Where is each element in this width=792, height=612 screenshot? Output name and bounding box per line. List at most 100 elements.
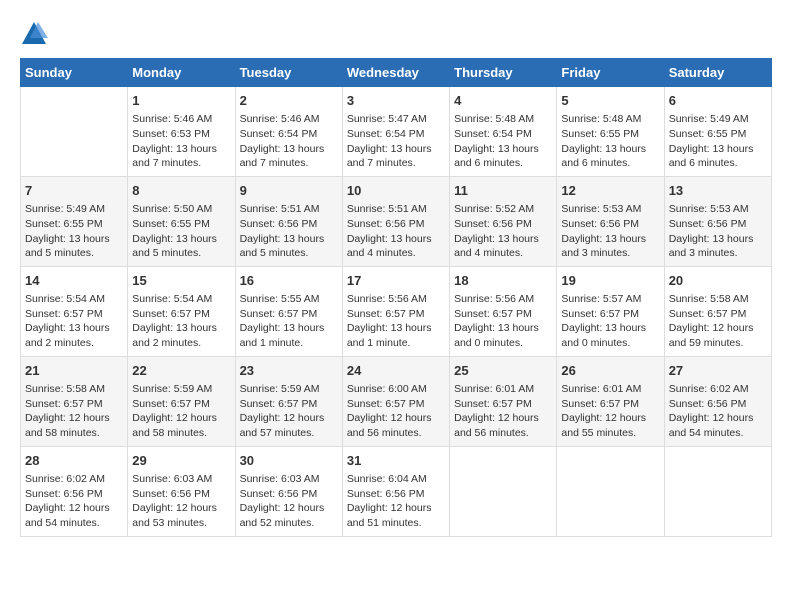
day-number: 27 <box>669 362 767 380</box>
day-info: Sunrise: 5:47 AMSunset: 6:54 PMDaylight:… <box>347 112 445 171</box>
day-info: Sunrise: 5:55 AMSunset: 6:57 PMDaylight:… <box>240 292 338 351</box>
day-number: 29 <box>132 452 230 470</box>
day-of-week-header: Thursday <box>450 59 557 87</box>
calendar-day-cell: 19Sunrise: 5:57 AMSunset: 6:57 PMDayligh… <box>557 266 664 356</box>
days-of-week-row: SundayMondayTuesdayWednesdayThursdayFrid… <box>21 59 772 87</box>
day-info: Sunrise: 5:48 AMSunset: 6:54 PMDaylight:… <box>454 112 552 171</box>
day-info: Sunrise: 5:58 AMSunset: 6:57 PMDaylight:… <box>669 292 767 351</box>
day-number: 12 <box>561 182 659 200</box>
day-number: 16 <box>240 272 338 290</box>
day-number: 11 <box>454 182 552 200</box>
day-number: 1 <box>132 92 230 110</box>
day-number: 15 <box>132 272 230 290</box>
day-number: 10 <box>347 182 445 200</box>
calendar-day-cell: 17Sunrise: 5:56 AMSunset: 6:57 PMDayligh… <box>342 266 449 356</box>
day-of-week-header: Wednesday <box>342 59 449 87</box>
day-info: Sunrise: 5:51 AMSunset: 6:56 PMDaylight:… <box>347 202 445 261</box>
calendar-day-cell: 11 Sunrise: 5:52 AMSunset: 6:56 PMDayligh… <box>450 176 557 266</box>
day-number: 31 <box>347 452 445 470</box>
calendar-day-cell: 14Sunrise: 5:54 AMSunset: 6:57 PMDayligh… <box>21 266 128 356</box>
day-of-week-header: Monday <box>128 59 235 87</box>
logo <box>20 20 52 48</box>
calendar-day-cell: 1 Sunrise: 5:46 AMSunset: 6:53 PMDaylight… <box>128 87 235 177</box>
calendar-day-cell: 16 Sunrise: 5:55 AMSunset: 6:57 PMDayligh… <box>235 266 342 356</box>
calendar-week-row: 21 Sunrise: 5:58 AMSunset: 6:57 PMDayligh… <box>21 356 772 446</box>
calendar-day-cell: 8Sunrise: 5:50 AMSunset: 6:55 PMDaylight… <box>128 176 235 266</box>
calendar-day-cell <box>21 87 128 177</box>
day-info: Sunrise: 6:02 AMSunset: 6:56 PMDaylight:… <box>669 382 767 441</box>
day-number: 2 <box>240 92 338 110</box>
day-info: Sunrise: 5:57 AMSunset: 6:57 PMDaylight:… <box>561 292 659 351</box>
day-info: Sunrise: 5:54 AMSunset: 6:57 PMDaylight:… <box>25 292 123 351</box>
day-number: 22 <box>132 362 230 380</box>
day-of-week-header: Friday <box>557 59 664 87</box>
calendar-day-cell: 31 Sunrise: 6:04 AMSunset: 6:56 PMDayligh… <box>342 446 449 536</box>
day-info: Sunrise: 5:46 AMSunset: 6:53 PMDaylight:… <box>132 112 230 171</box>
day-number: 18 <box>454 272 552 290</box>
calendar-week-row: 1 Sunrise: 5:46 AMSunset: 6:53 PMDaylight… <box>21 87 772 177</box>
day-info: Sunrise: 6:00 AMSunset: 6:57 PMDaylight:… <box>347 382 445 441</box>
calendar-day-cell: 10 Sunrise: 5:51 AMSunset: 6:56 PMDayligh… <box>342 176 449 266</box>
day-info: Sunrise: 6:03 AMSunset: 6:56 PMDaylight:… <box>240 472 338 531</box>
calendar-day-cell: 6Sunrise: 5:49 AMSunset: 6:55 PMDaylight… <box>664 87 771 177</box>
day-info: Sunrise: 5:49 AMSunset: 6:55 PMDaylight:… <box>25 202 123 261</box>
calendar-day-cell: 3 Sunrise: 5:47 AMSunset: 6:54 PMDaylight… <box>342 87 449 177</box>
calendar-day-cell: 18 Sunrise: 5:56 AMSunset: 6:57 PMDayligh… <box>450 266 557 356</box>
day-number: 21 <box>25 362 123 380</box>
calendar-day-cell: 2 Sunrise: 5:46 AMSunset: 6:54 PMDaylight… <box>235 87 342 177</box>
day-info: Sunrise: 5:48 AMSunset: 6:55 PMDaylight:… <box>561 112 659 171</box>
day-number: 17 <box>347 272 445 290</box>
day-info: Sunrise: 6:04 AMSunset: 6:56 PMDaylight:… <box>347 472 445 531</box>
calendar-table: SundayMondayTuesdayWednesdayThursdayFrid… <box>20 58 772 537</box>
day-info: Sunrise: 6:03 AMSunset: 6:56 PMDaylight:… <box>132 472 230 531</box>
day-info: Sunrise: 5:56 AMSunset: 6:57 PMDaylight:… <box>454 292 552 351</box>
day-info: Sunrise: 6:01 AMSunset: 6:57 PMDaylight:… <box>454 382 552 441</box>
day-info: Sunrise: 5:49 AMSunset: 6:55 PMDaylight:… <box>669 112 767 171</box>
day-number: 4 <box>454 92 552 110</box>
day-number: 8 <box>132 182 230 200</box>
calendar-week-row: 28 Sunrise: 6:02 AMSunset: 6:56 PMDayligh… <box>21 446 772 536</box>
day-info: Sunrise: 5:54 AMSunset: 6:57 PMDaylight:… <box>132 292 230 351</box>
logo-icon <box>20 20 48 48</box>
calendar-week-row: 14Sunrise: 5:54 AMSunset: 6:57 PMDayligh… <box>21 266 772 356</box>
day-number: 3 <box>347 92 445 110</box>
calendar-day-cell <box>664 446 771 536</box>
calendar-day-cell: 7 Sunrise: 5:49 AMSunset: 6:55 PMDaylight… <box>21 176 128 266</box>
calendar-day-cell: 27 Sunrise: 6:02 AMSunset: 6:56 PMDayligh… <box>664 356 771 446</box>
calendar-day-cell <box>557 446 664 536</box>
calendar-day-cell: 13 Sunrise: 5:53 AMSunset: 6:56 PMDayligh… <box>664 176 771 266</box>
day-info: Sunrise: 5:53 AMSunset: 6:56 PMDaylight:… <box>561 202 659 261</box>
calendar-day-cell: 28 Sunrise: 6:02 AMSunset: 6:56 PMDayligh… <box>21 446 128 536</box>
day-of-week-header: Saturday <box>664 59 771 87</box>
calendar-day-cell: 20 Sunrise: 5:58 AMSunset: 6:57 PMDayligh… <box>664 266 771 356</box>
day-info: Sunrise: 6:02 AMSunset: 6:56 PMDaylight:… <box>25 472 123 531</box>
day-number: 25 <box>454 362 552 380</box>
calendar-day-cell: 5 Sunrise: 5:48 AMSunset: 6:55 PMDaylight… <box>557 87 664 177</box>
day-number: 7 <box>25 182 123 200</box>
day-info: Sunrise: 5:52 AMSunset: 6:56 PMDaylight:… <box>454 202 552 261</box>
day-number: 28 <box>25 452 123 470</box>
day-info: Sunrise: 5:58 AMSunset: 6:57 PMDaylight:… <box>25 382 123 441</box>
day-info: Sunrise: 5:46 AMSunset: 6:54 PMDaylight:… <box>240 112 338 171</box>
day-info: Sunrise: 5:59 AMSunset: 6:57 PMDaylight:… <box>132 382 230 441</box>
calendar-day-cell: 30 Sunrise: 6:03 AMSunset: 6:56 PMDayligh… <box>235 446 342 536</box>
day-number: 24 <box>347 362 445 380</box>
day-info: Sunrise: 6:01 AMSunset: 6:57 PMDaylight:… <box>561 382 659 441</box>
day-number: 30 <box>240 452 338 470</box>
day-of-week-header: Sunday <box>21 59 128 87</box>
day-number: 20 <box>669 272 767 290</box>
day-info: Sunrise: 5:53 AMSunset: 6:56 PMDaylight:… <box>669 202 767 261</box>
day-number: 9 <box>240 182 338 200</box>
day-number: 13 <box>669 182 767 200</box>
day-number: 23 <box>240 362 338 380</box>
calendar-day-cell: 22 Sunrise: 5:59 AMSunset: 6:57 PMDayligh… <box>128 356 235 446</box>
calendar-day-cell: 23Sunrise: 5:59 AMSunset: 6:57 PMDayligh… <box>235 356 342 446</box>
day-info: Sunrise: 5:51 AMSunset: 6:56 PMDaylight:… <box>240 202 338 261</box>
calendar-day-cell: 26Sunrise: 6:01 AMSunset: 6:57 PMDayligh… <box>557 356 664 446</box>
calendar-day-cell <box>450 446 557 536</box>
calendar-day-cell: 4 Sunrise: 5:48 AMSunset: 6:54 PMDaylight… <box>450 87 557 177</box>
calendar-day-cell: 29 Sunrise: 6:03 AMSunset: 6:56 PMDayligh… <box>128 446 235 536</box>
calendar-day-cell: 15 Sunrise: 5:54 AMSunset: 6:57 PMDayligh… <box>128 266 235 356</box>
calendar-day-cell: 21 Sunrise: 5:58 AMSunset: 6:57 PMDayligh… <box>21 356 128 446</box>
day-number: 5 <box>561 92 659 110</box>
